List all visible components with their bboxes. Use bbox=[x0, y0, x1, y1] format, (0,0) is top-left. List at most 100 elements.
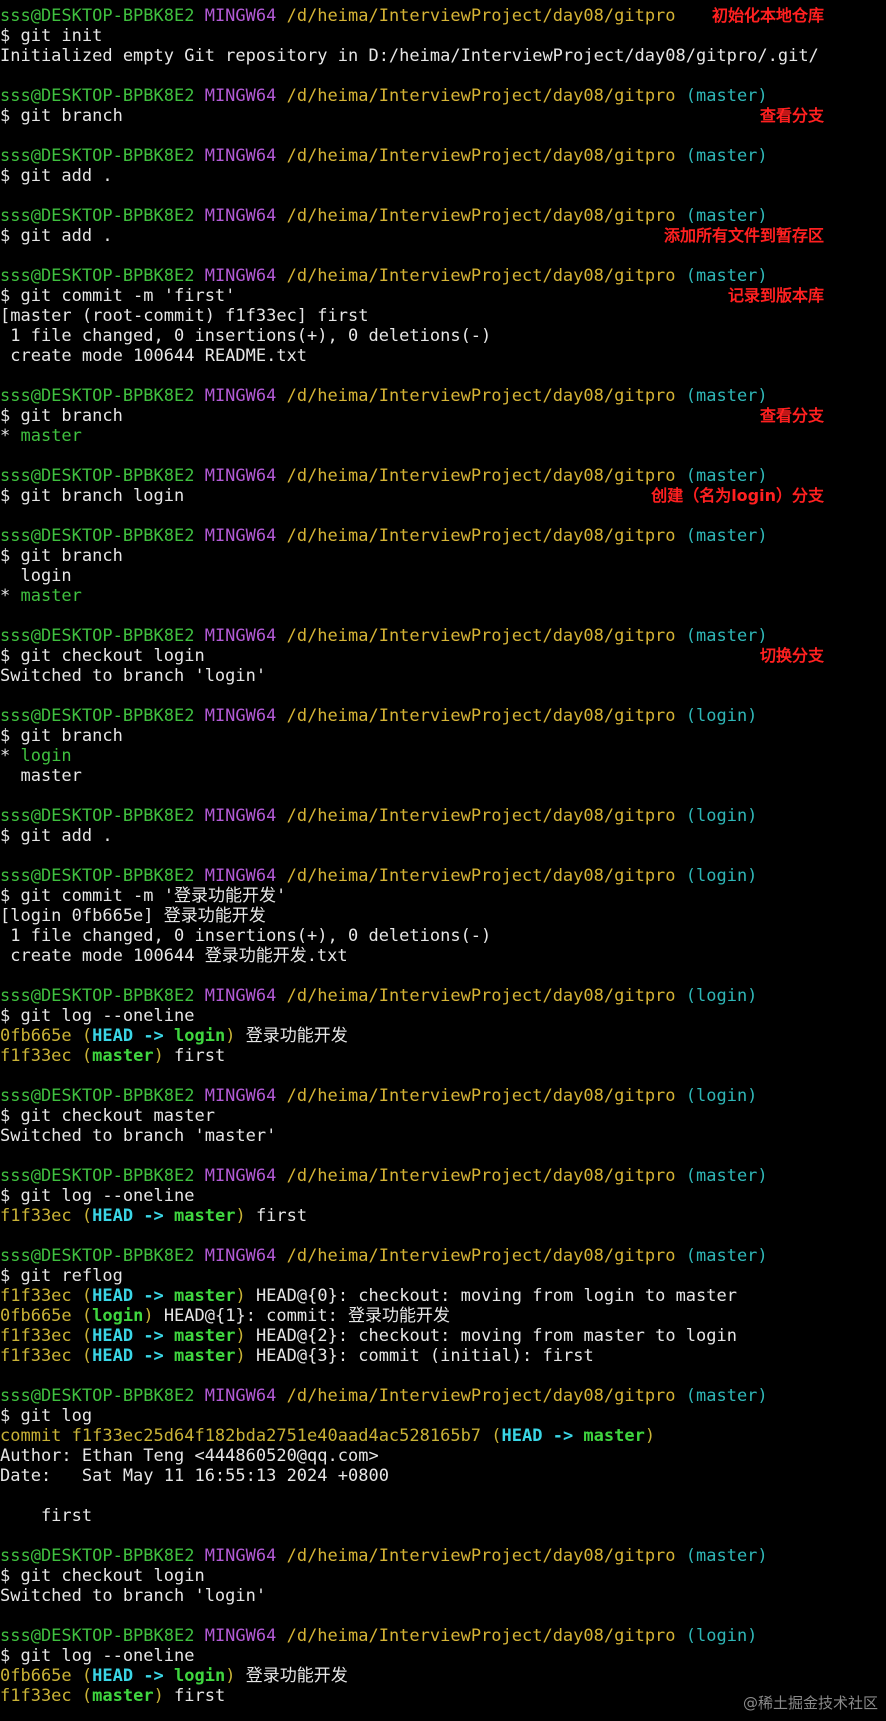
line-segment: ) bbox=[235, 1206, 246, 1226]
terminal-output[interactable]: sss@DESKTOP-BPBK8E2 MINGW64 /d/heima/Int… bbox=[0, 6, 886, 1706]
line-segment: $ git log bbox=[0, 1406, 93, 1426]
annotation-note: 查看分支 bbox=[759, 106, 824, 125]
line-segment: login bbox=[174, 1026, 226, 1046]
terminal-line: create mode 100644 README.txt bbox=[0, 346, 886, 366]
terminal-line: $ git branch 查看分支 bbox=[0, 106, 886, 126]
line-segment: sss@DESKTOP-BPBK8E2 bbox=[0, 206, 205, 226]
line-segment: master bbox=[174, 1286, 236, 1306]
terminal-line: $ git reflog bbox=[0, 1266, 886, 1286]
line-segment: (master) bbox=[685, 626, 768, 646]
line-segment: ( bbox=[81, 1326, 93, 1346]
terminal-line: sss@DESKTOP-BPBK8E2 MINGW64 /d/heima/Int… bbox=[0, 986, 886, 1006]
line-segment: sss@DESKTOP-BPBK8E2 bbox=[0, 266, 205, 286]
line-segment: (login) bbox=[685, 1626, 758, 1646]
line-segment: f1f33ec bbox=[0, 1206, 82, 1226]
terminal-line: sss@DESKTOP-BPBK8E2 MINGW64 /d/heima/Int… bbox=[0, 526, 886, 546]
line-segment: /d/heima/InterviewProject/day08/gitpro bbox=[286, 146, 686, 166]
line-segment: sss@DESKTOP-BPBK8E2 bbox=[0, 1166, 205, 1186]
line-segment: $ git branch login bbox=[0, 486, 185, 506]
terminal-line: $ git branch bbox=[0, 546, 886, 566]
terminal-line: sss@DESKTOP-BPBK8E2 MINGW64 /d/heima/Int… bbox=[0, 386, 886, 406]
terminal-line: master bbox=[0, 766, 886, 786]
line-segment: MINGW64 bbox=[204, 6, 287, 26]
line-segment: MINGW64 bbox=[204, 1246, 287, 1266]
line-segment: /d/heima/InterviewProject/day08/gitpro bbox=[286, 86, 686, 106]
line-segment: sss@DESKTOP-BPBK8E2 bbox=[0, 626, 205, 646]
terminal-line: sss@DESKTOP-BPBK8E2 MINGW64 /d/heima/Int… bbox=[0, 706, 886, 726]
line-segment: $ git commit -m '登录功能开发' bbox=[0, 886, 287, 906]
terminal-line: sss@DESKTOP-BPBK8E2 MINGW64 /d/heima/Int… bbox=[0, 1626, 886, 1646]
line-segment: 0fb665e bbox=[0, 1306, 82, 1326]
line-segment: (master) bbox=[685, 466, 768, 486]
terminal-line: sss@DESKTOP-BPBK8E2 MINGW64 /d/heima/Int… bbox=[0, 1546, 886, 1566]
line-segment: MINGW64 bbox=[204, 1086, 287, 1106]
line-segment: HEAD -> bbox=[92, 1666, 175, 1686]
line-segment: ) bbox=[225, 1026, 236, 1046]
line-segment: $ git branch bbox=[0, 726, 123, 746]
line-segment: HEAD -> bbox=[501, 1426, 584, 1446]
line-segment: /d/heima/InterviewProject/day08/gitpro bbox=[286, 466, 686, 486]
line-segment: (master) bbox=[685, 146, 768, 166]
terminal-line: f1f33ec (HEAD -> master) HEAD@{2}: check… bbox=[0, 1326, 886, 1346]
line-segment: 0fb665e bbox=[0, 1026, 82, 1046]
terminal-line: Date: Sat May 11 16:55:13 2024 +0800 bbox=[0, 1466, 886, 1486]
annotation-note: 查看分支 bbox=[759, 406, 824, 425]
line-segment: HEAD -> bbox=[92, 1286, 175, 1306]
terminal-line: 0fb665e (HEAD -> login) 登录功能开发 bbox=[0, 1026, 886, 1046]
line-segment: Initialized empty Git repository in D:/h… bbox=[0, 46, 819, 66]
line-segment: ) bbox=[235, 1326, 246, 1346]
line-segment: /d/heima/InterviewProject/day08/gitpro bbox=[286, 1386, 686, 1406]
line-segment: ( bbox=[81, 1686, 93, 1706]
terminal-line: f1f33ec (HEAD -> master) first bbox=[0, 1206, 886, 1226]
line-segment: master bbox=[92, 1046, 154, 1066]
line-segment: MINGW64 bbox=[204, 86, 287, 106]
line-segment: /d/heima/InterviewProject/day08/gitpro bbox=[286, 866, 686, 886]
line-segment: MINGW64 bbox=[204, 386, 287, 406]
terminal-line: $ git log --oneline bbox=[0, 1646, 886, 1666]
line-segment: ( bbox=[81, 1346, 93, 1366]
line-segment: f1f33ec bbox=[0, 1286, 82, 1306]
line-segment: first bbox=[0, 1506, 93, 1526]
line-segment: ( bbox=[81, 1306, 93, 1326]
terminal-line: 0fb665e (login) HEAD@{1}: commit: 登录功能开发 bbox=[0, 1306, 886, 1326]
line-segment: * bbox=[0, 746, 21, 766]
line-segment: /d/heima/InterviewProject/day08/gitpro bbox=[286, 1086, 686, 1106]
line-segment: $ git add . bbox=[0, 226, 113, 246]
line-segment: $ git log --oneline bbox=[0, 1646, 195, 1666]
line-segment: (master) bbox=[685, 206, 768, 226]
line-segment: first bbox=[163, 1686, 226, 1706]
line-segment: master bbox=[583, 1426, 645, 1446]
line-segment: login bbox=[174, 1666, 226, 1686]
terminal-line: [master (root-commit) f1f33ec] first bbox=[0, 306, 886, 326]
line-segment: ) bbox=[235, 1346, 246, 1366]
terminal-line: f1f33ec (HEAD -> master) HEAD@{3}: commi… bbox=[0, 1346, 886, 1366]
line-segment: HEAD@{3}: commit (initial): first bbox=[245, 1346, 594, 1366]
annotation-note: 记录到版本库 bbox=[727, 286, 824, 305]
terminal-line: $ git commit -m 'first' 记录到版本库 bbox=[0, 286, 886, 306]
line-segment: ) bbox=[153, 1046, 164, 1066]
line-segment: /d/heima/InterviewProject/day08/gitpro bbox=[286, 1546, 686, 1566]
line-segment: (master) bbox=[685, 86, 768, 106]
terminal-line: 1 file changed, 0 insertions(+), 0 delet… bbox=[0, 326, 886, 346]
line-segment: 1 file changed, 0 insertions(+), 0 delet… bbox=[0, 926, 492, 946]
terminal-line: Switched to branch 'master' bbox=[0, 1126, 886, 1146]
line-segment: MINGW64 bbox=[204, 1626, 287, 1646]
line-segment: master bbox=[0, 766, 82, 786]
annotation-note: 添加所有文件到暂存区 bbox=[663, 226, 824, 245]
terminal-line: f1f33ec (master) first bbox=[0, 1046, 886, 1066]
line-segment: Author: Ethan Teng <444860520@qq.com> bbox=[0, 1446, 379, 1466]
line-segment: sss@DESKTOP-BPBK8E2 bbox=[0, 526, 205, 546]
terminal-line: $ git commit -m '登录功能开发' bbox=[0, 886, 886, 906]
line-segment: sss@DESKTOP-BPBK8E2 bbox=[0, 706, 205, 726]
line-segment: MINGW64 bbox=[204, 206, 287, 226]
line-segment: first bbox=[245, 1206, 308, 1226]
line-segment: ( bbox=[81, 1026, 93, 1046]
